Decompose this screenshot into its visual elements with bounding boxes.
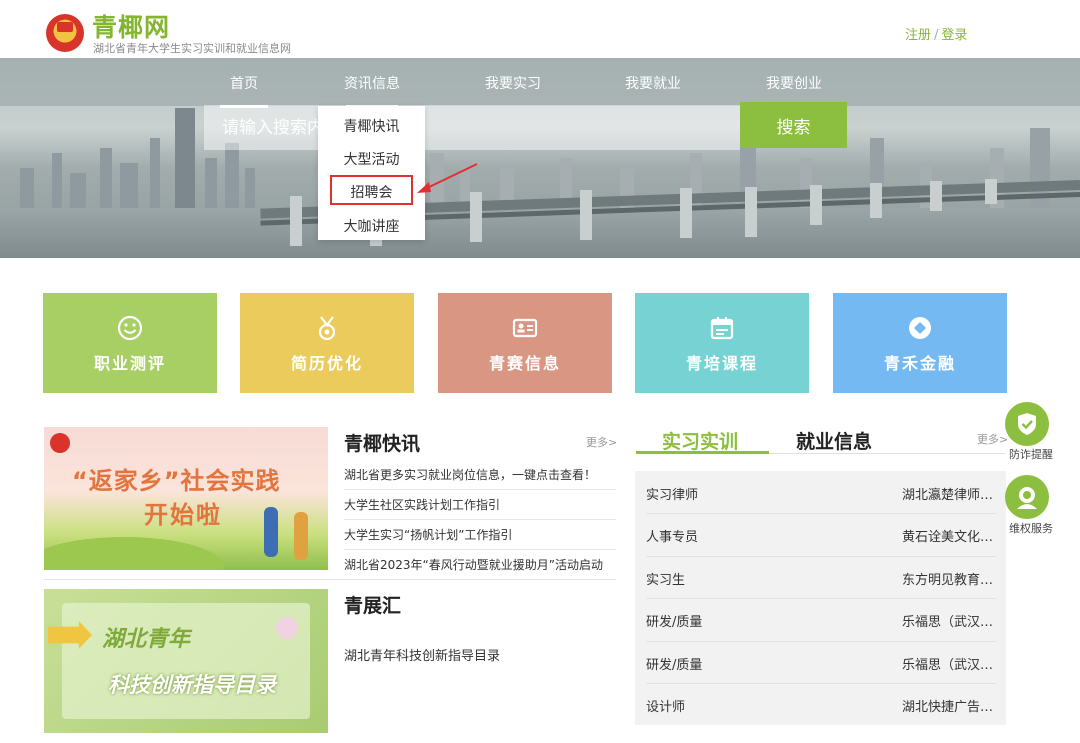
diamond-icon [909, 317, 931, 339]
rights-service-button[interactable] [1005, 475, 1049, 519]
tile-label: 简历优化 [290, 354, 363, 373]
news-more-link[interactable]: 更多> [586, 434, 617, 450]
tile-youth-finance[interactable]: 青禾金融 [833, 293, 1007, 393]
job-title: 实习律师 [646, 488, 699, 503]
tab-internship-training[interactable]: 实习实训 [662, 427, 738, 454]
search-input[interactable] [204, 105, 740, 150]
job-row[interactable]: 实习生 东方明见教育… [646, 556, 996, 598]
site-header: 青椰网 湖北省青年大学生实习实训和就业信息网 注册 / 登录 [0, 0, 1080, 58]
traveler-figure [264, 507, 278, 557]
youth-league-emblem-icon[interactable] [46, 14, 84, 52]
news-banner-image[interactable]: “返家乡”社会实践 开始啦 [44, 427, 328, 570]
news-info-dropdown: 青椰快讯 大型活动 招聘会 大咖讲座 [318, 106, 425, 240]
auth-links: 注册 / 登录 [905, 24, 967, 43]
support-agent-icon [1017, 487, 1037, 509]
shield-check-icon [1018, 413, 1036, 435]
news-item[interactable]: 湖北省更多实习就业岗位信息，一键点击查看！ [344, 466, 616, 483]
nav-entrepreneurship[interactable]: 我要创业 [766, 73, 822, 93]
job-title: 研发/质量 [646, 658, 703, 673]
annotation-arrow-icon [417, 163, 478, 193]
showcase-banner-image[interactable]: 湖北青年 科技创新指导目录 [44, 589, 328, 733]
smiley-icon [117, 315, 143, 341]
image-headline: “返家乡”社会实践 [72, 467, 281, 495]
search-button[interactable]: 搜索 [740, 102, 847, 148]
main-nav: 首页 资讯信息 我要实习 我要就业 我要创业 [0, 58, 1080, 108]
showcase-section-title: 青展汇 [344, 595, 402, 617]
login-link[interactable]: 登录 [941, 28, 967, 43]
job-row[interactable]: 实习律师 湖北瀛楚律师… [646, 471, 996, 513]
site-subtitle: 湖北省青年大学生实习实训和就业信息网 [93, 42, 291, 55]
nav-employment[interactable]: 我要就业 [625, 73, 681, 93]
nav-news-info[interactable]: 资讯信息 [344, 73, 400, 108]
tile-label: 职业测评 [93, 354, 166, 373]
tile-label: 青赛信息 [488, 354, 561, 373]
tile-competition-info[interactable]: 青赛信息 [438, 293, 612, 393]
play-icon [276, 617, 298, 639]
job-company: 乐福思（武汉… [902, 615, 994, 630]
job-title: 人事专员 [646, 530, 699, 545]
id-card-icon [512, 318, 538, 338]
medal-icon [318, 316, 336, 341]
calendar-icon [710, 317, 734, 340]
news-item[interactable]: 大学生实习“扬帆计划”工作指引 [344, 526, 616, 543]
job-row[interactable]: 研发/质量 乐福思（武汉… [646, 641, 996, 683]
job-company: 湖北快捷广告… [902, 700, 994, 715]
dropdown-item-qingye-news[interactable]: 青椰快讯 [318, 116, 425, 136]
tile-career-assessment[interactable]: 职业测评 [43, 293, 217, 393]
nav-home[interactable]: 首页 [220, 73, 268, 108]
fraud-alert-label: 防诈提醒 [1009, 448, 1053, 461]
active-tab-indicator [636, 451, 769, 454]
showcase-item[interactable]: 湖北青年科技创新指导目录 [344, 645, 616, 664]
auth-separator: / [934, 28, 939, 43]
job-title: 设计师 [646, 700, 686, 715]
fraud-alert-button[interactable] [1005, 402, 1049, 446]
job-row[interactable]: 人事专员 黄石诠美文化… [646, 513, 996, 555]
job-company: 乐福思（武汉… [902, 658, 994, 673]
tile-label: 青禾金融 [883, 354, 956, 373]
site-title[interactable]: 青椰网 [92, 8, 170, 44]
job-company: 东方明见教育… [902, 573, 994, 588]
news-section-title: 青椰快讯 [344, 433, 421, 455]
job-title: 研发/质量 [646, 615, 703, 630]
image-subheadline: 科技创新指导目录 [108, 673, 276, 697]
jobs-more-link[interactable]: 更多> [977, 431, 1008, 447]
job-company: 湖北瀛楚律师… [902, 488, 994, 503]
job-row[interactable]: 研发/质量 乐福思（武汉… [646, 598, 996, 640]
job-title: 实习生 [646, 573, 686, 588]
tile-label: 青培课程 [685, 354, 758, 373]
hero-banner: 首页 资讯信息 我要实习 我要就业 我要创业 [0, 58, 1080, 258]
job-row[interactable]: 设计师 湖北快捷广告… [646, 683, 996, 725]
dropdown-item-expert-lectures[interactable]: 大咖讲座 [318, 216, 425, 236]
tab-employment-info[interactable]: 就业信息 [796, 427, 872, 454]
image-headline: 湖北青年 [102, 627, 191, 652]
news-item[interactable]: 大学生社区实践计划工作指引 [344, 496, 616, 513]
dropdown-item-major-events[interactable]: 大型活动 [318, 149, 425, 169]
news-item[interactable]: 湖北省2023年“春风行动暨就业援助月”活动启动 [344, 556, 616, 573]
image-subheadline: 开始啦 [144, 501, 222, 529]
job-company: 黄石诠美文化… [902, 530, 994, 545]
emblem-icon [50, 433, 70, 453]
tile-training-courses[interactable]: 青培课程 [635, 293, 809, 393]
job-fair-highlight-box [330, 175, 413, 205]
tile-resume-optimization[interactable]: 简历优化 [240, 293, 414, 393]
rights-service-label: 维权服务 [1009, 522, 1053, 535]
register-link[interactable]: 注册 [905, 28, 931, 43]
nav-internship[interactable]: 我要实习 [485, 73, 541, 93]
